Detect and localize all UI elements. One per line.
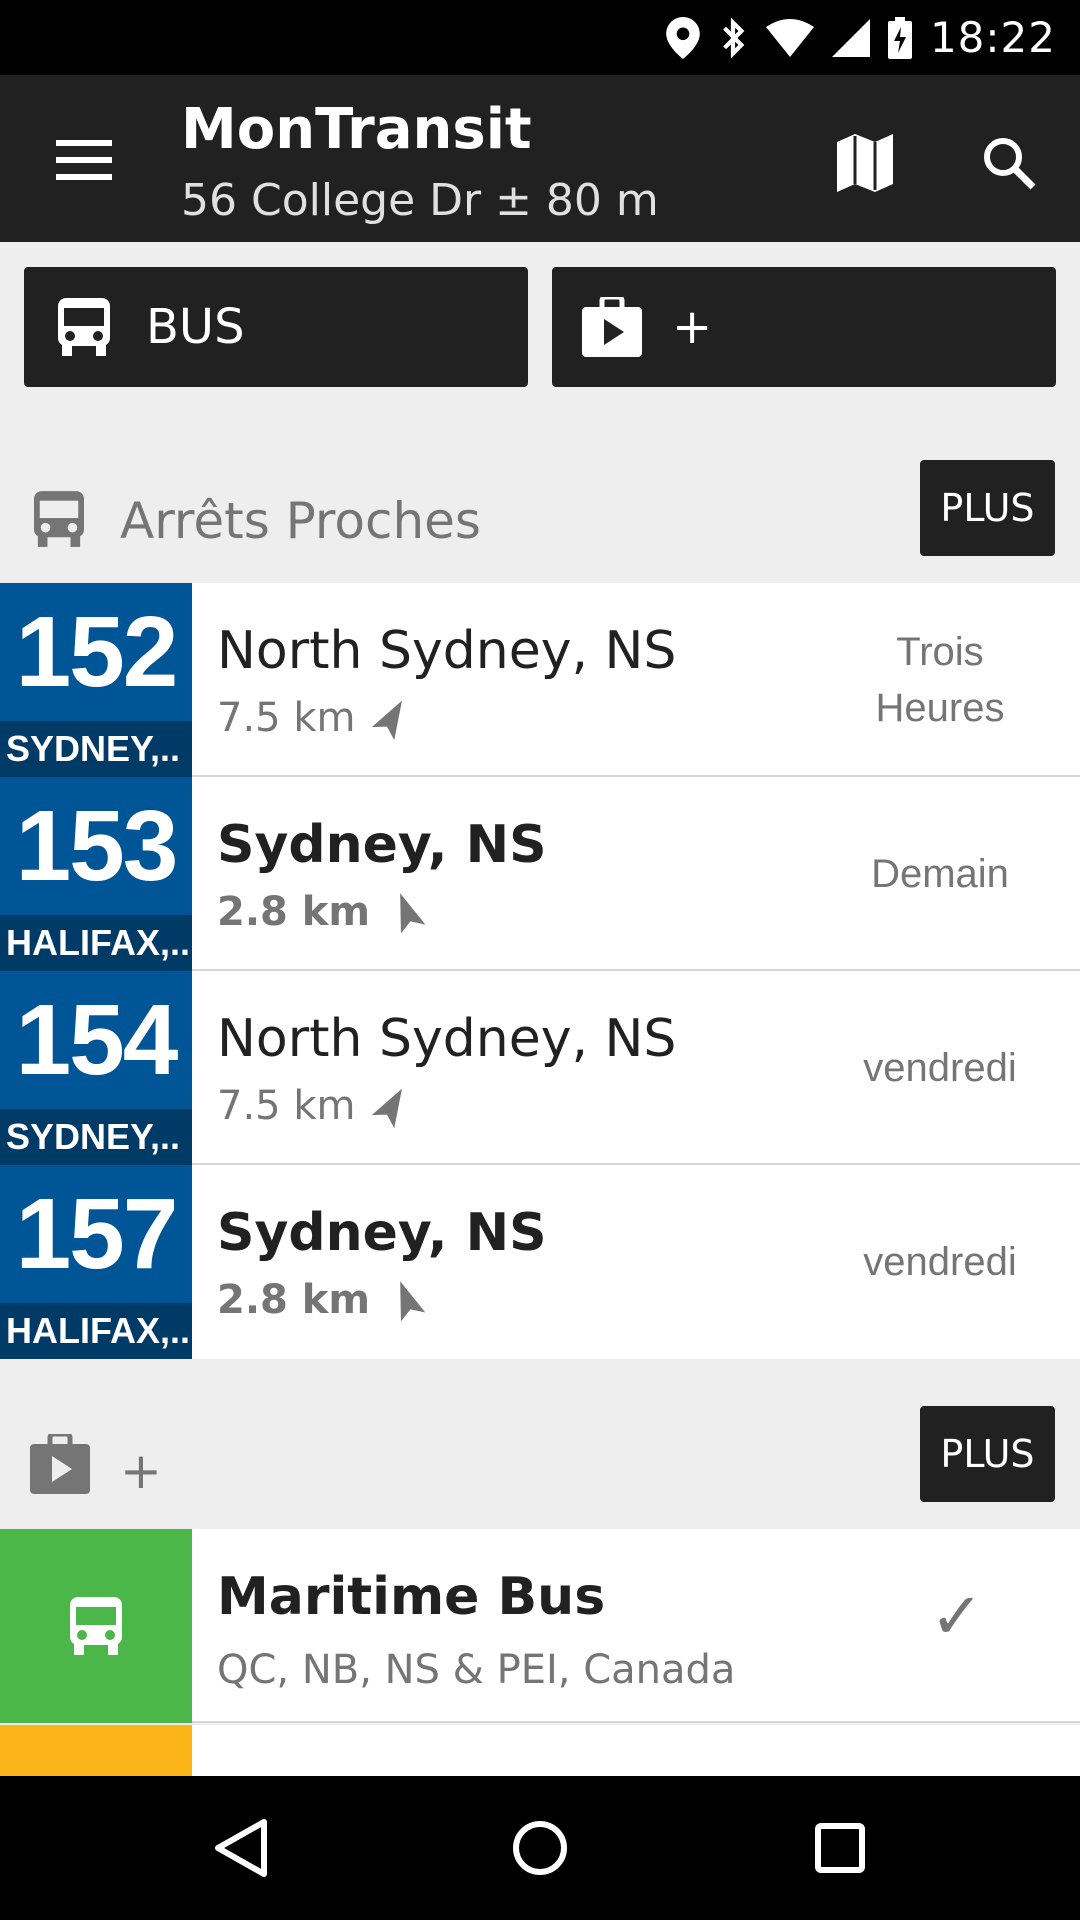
status-time: 18:22 xyxy=(929,13,1056,62)
status-bar: 18:22 xyxy=(0,0,1080,75)
agency-region: QC, NB, NS & PEI, Canada xyxy=(217,1647,736,1693)
route-number: 152 xyxy=(15,596,179,708)
map-icon xyxy=(837,134,893,192)
wifi-icon xyxy=(765,18,814,57)
stop-name: North Sydney, NS xyxy=(217,1009,677,1069)
route-badge: 157 HALIFAX,.. xyxy=(0,1165,192,1359)
stop-distance: 2.8 km xyxy=(217,1277,426,1323)
route-destination: HALIFAX,.. xyxy=(0,1303,192,1359)
list-item[interactable]: 157 HALIFAX,.. Sydney, NS 2.8 km vendred… xyxy=(0,1165,1080,1359)
route-number: 157 xyxy=(15,1178,179,1290)
bluetooth-icon xyxy=(723,17,745,58)
stop-distance: 2.8 km xyxy=(217,889,426,935)
bus-type-button[interactable]: BUS xyxy=(24,267,528,387)
back-triangle-icon xyxy=(215,1819,267,1877)
bus-icon xyxy=(34,491,84,547)
next-departure: vendredi xyxy=(863,1240,1017,1284)
route-destination: HALIFAX,.. xyxy=(0,915,192,971)
home-button[interactable] xyxy=(480,1798,600,1898)
list-item[interactable]: Maritime Bus QC, NB, NS & PEI, Canada ✓ xyxy=(0,1529,1080,1723)
recents-square-icon xyxy=(815,1823,865,1873)
nearby-stops-header: Arrêts Proches PLUS xyxy=(0,460,1080,583)
agency-color-swatch xyxy=(0,1529,192,1723)
bus-icon xyxy=(58,298,110,356)
list-item[interactable]: 152 SYDNEY,.. North Sydney, NS 7.5 km Tr… xyxy=(0,583,1080,777)
route-badge: 152 SYDNEY,.. xyxy=(0,583,192,777)
map-button[interactable] xyxy=(820,123,910,203)
status-icons: 18:22 xyxy=(666,0,1056,75)
next-departure: Trois Heures xyxy=(875,630,1005,730)
nearby-stops-title: Arrêts Proches xyxy=(120,492,481,550)
agencies-more-button[interactable]: PLUS xyxy=(920,1406,1055,1502)
stop-name: Sydney, NS xyxy=(217,815,547,875)
next-departure: Demain xyxy=(871,852,1009,896)
menu-button[interactable] xyxy=(40,125,130,195)
home-circle-icon xyxy=(513,1821,567,1875)
agency-name: Maritime Bus xyxy=(217,1567,606,1627)
add-type-button[interactable]: + xyxy=(552,267,1056,387)
add-type-label: + xyxy=(672,299,713,355)
search-icon xyxy=(984,138,1036,190)
search-button[interactable] xyxy=(964,123,1054,203)
location-icon xyxy=(666,16,700,59)
route-number: 154 xyxy=(15,984,179,1096)
signal-icon xyxy=(831,18,870,57)
route-destination: SYDNEY,.. xyxy=(0,721,192,777)
bus-icon xyxy=(70,1597,122,1655)
stop-distance: 7.5 km xyxy=(217,695,407,741)
app-bar: MonTransit 56 College Dr ± 80 m xyxy=(0,75,1080,242)
direction-arrow-icon xyxy=(372,1088,403,1129)
next-departure: vendredi xyxy=(863,1046,1017,1090)
agencies-title: + xyxy=(120,1442,162,1500)
app-title: MonTransit xyxy=(181,97,532,162)
play-store-bag-icon xyxy=(30,1434,90,1494)
nearby-stops-list: 152 SYDNEY,.. North Sydney, NS 7.5 km Tr… xyxy=(0,583,1080,1359)
route-badge: 153 HALIFAX,.. xyxy=(0,777,192,971)
location-subtitle: 56 College Dr ± 80 m xyxy=(181,175,659,226)
installed-check-icon: ✓ xyxy=(930,1580,984,1652)
list-item[interactable]: 154 SYDNEY,.. North Sydney, NS 7.5 km ve… xyxy=(0,971,1080,1165)
nearby-more-button[interactable]: PLUS xyxy=(920,460,1055,556)
stop-name: Sydney, NS xyxy=(217,1203,547,1263)
direction-arrow-icon xyxy=(400,1281,426,1322)
play-store-bag-icon xyxy=(582,297,642,357)
stop-distance: 7.5 km xyxy=(217,1083,407,1129)
direction-arrow-icon xyxy=(372,700,403,741)
bus-type-label: BUS xyxy=(146,299,245,355)
route-number: 153 xyxy=(15,790,179,902)
list-item[interactable] xyxy=(0,1725,1080,1776)
navigation-bar xyxy=(0,1776,1080,1920)
agencies-header: + PLUS xyxy=(0,1406,1080,1529)
battery-charging-icon xyxy=(887,16,912,59)
list-item[interactable]: 153 HALIFAX,.. Sydney, NS 2.8 km Demain xyxy=(0,777,1080,971)
route-destination: SYDNEY,.. xyxy=(0,1109,192,1165)
hamburger-icon xyxy=(56,140,112,146)
back-button[interactable] xyxy=(180,1798,300,1898)
stop-name: North Sydney, NS xyxy=(217,621,677,681)
direction-arrow-icon xyxy=(400,893,426,934)
agency-color-swatch xyxy=(0,1725,192,1776)
recents-button[interactable] xyxy=(780,1798,900,1898)
route-badge: 154 SYDNEY,.. xyxy=(0,971,192,1165)
